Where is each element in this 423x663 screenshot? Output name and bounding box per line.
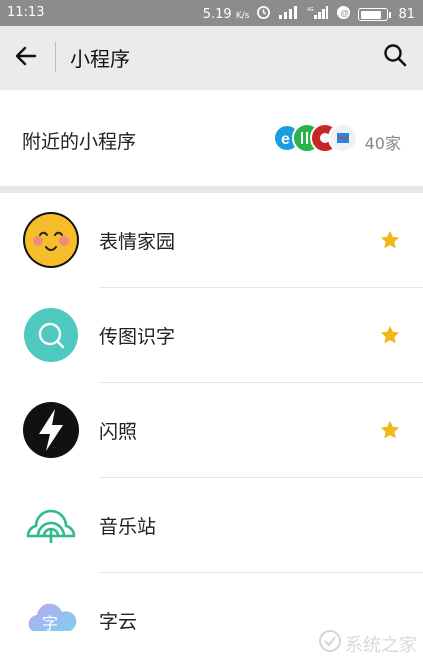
watermark-logo-icon	[319, 630, 341, 657]
network-speed: 5.19 K/s	[202, 7, 250, 22]
nearby-label: 附近的小程序	[22, 131, 137, 153]
page-title: 小程序	[70, 47, 130, 71]
svg-text:@: @	[341, 8, 350, 18]
list-item-biaoqing[interactable]: 表情家园	[0, 193, 423, 288]
star-icon[interactable]	[379, 229, 401, 251]
app-name: 音乐站	[99, 516, 157, 538]
list-item-chuantu[interactable]: 传图识字	[0, 288, 423, 383]
list-item-yinyuezhan[interactable]: 音乐站	[0, 478, 423, 573]
nearby-count: 40家	[364, 134, 401, 153]
app-name: 传图识字	[99, 326, 176, 348]
app-bar-divider	[55, 42, 56, 72]
lightning-bolt-icon	[22, 401, 80, 459]
magnifier-circle-icon	[22, 306, 80, 364]
battery-icon	[358, 8, 392, 21]
mini-program-list: 表情家园 传图识字 闪照 音乐站 字 字云	[0, 193, 423, 663]
search-button[interactable]	[379, 41, 411, 73]
section-separator	[0, 186, 423, 193]
app-name: 字云	[99, 611, 138, 633]
nearby-logo-store-icon	[328, 123, 358, 153]
signal-icon	[278, 6, 300, 23]
list-item-shanzhao[interactable]: 闪照	[0, 383, 423, 478]
star-icon[interactable]	[379, 324, 401, 346]
svg-text:e: e	[281, 131, 290, 148]
star-icon[interactable]	[379, 419, 401, 441]
word-cloud-icon: 字	[22, 591, 80, 649]
watermark-text: 系统之家	[345, 634, 417, 656]
nearby-logos: e	[272, 123, 358, 153]
search-icon	[383, 43, 407, 71]
svg-text:4G: 4G	[307, 7, 314, 13]
alarm-icon	[256, 5, 271, 24]
svg-text:字: 字	[42, 614, 58, 633]
watermark: 系统之家	[319, 630, 417, 657]
nearby-mini-programs-row[interactable]: 附近的小程序 e 40家	[0, 90, 423, 186]
app-name: 表情家园	[99, 231, 176, 253]
status-bar: 11:13 5.19 K/s 4G @ 81	[0, 0, 423, 26]
back-button[interactable]	[10, 42, 42, 74]
status-icons: 5.19 K/s 4G @ 81	[203, 5, 415, 24]
app-notify-icon: @	[336, 5, 351, 24]
app-bar: 小程序	[0, 26, 423, 90]
status-time: 11:13	[7, 5, 45, 20]
signal-4g-icon: 4G	[307, 6, 329, 23]
battery-level: 81	[398, 7, 415, 22]
smiley-face-icon	[22, 211, 80, 269]
arrow-left-icon	[15, 46, 37, 70]
music-station-icon	[22, 496, 80, 554]
app-name: 闪照	[99, 421, 138, 443]
